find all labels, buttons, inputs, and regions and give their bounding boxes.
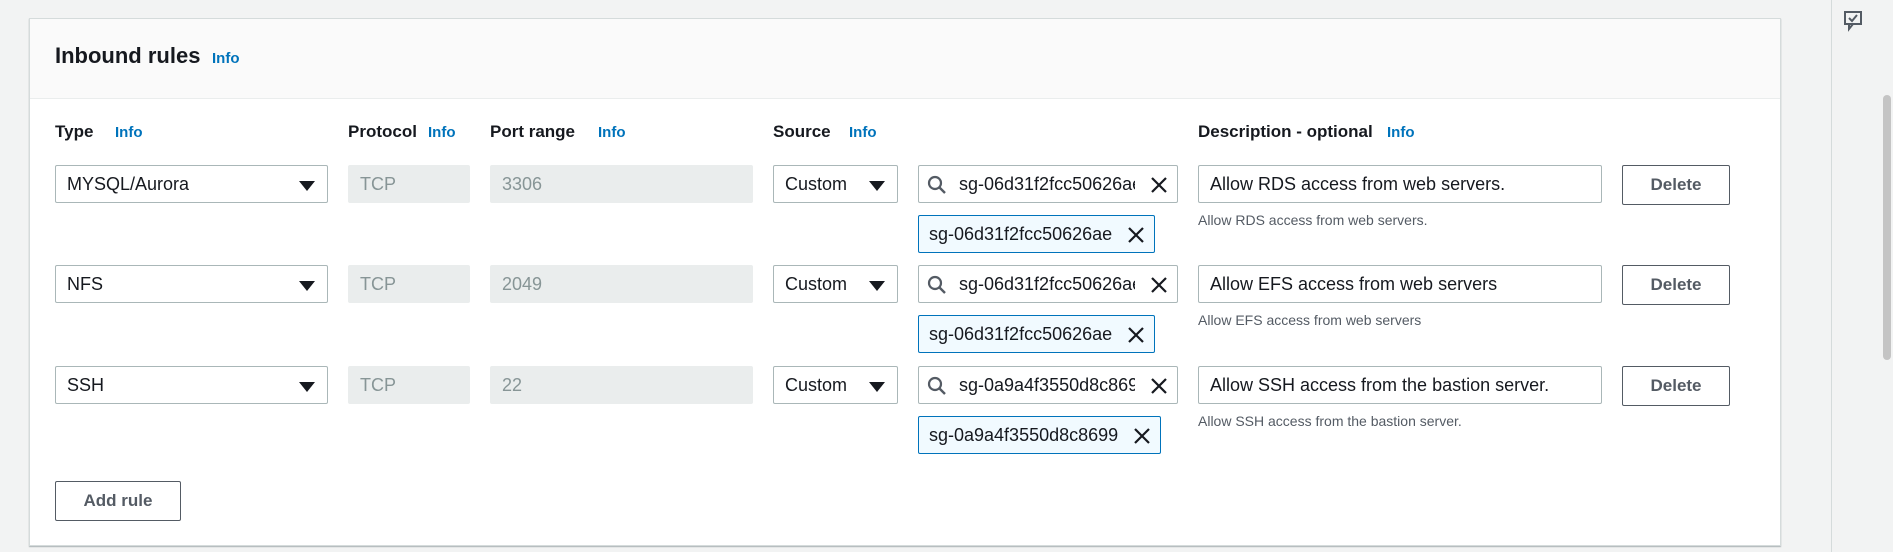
right-rail-divider: [1831, 0, 1832, 552]
source-search-input[interactable]: sg-06d31f2fcc50626ae: [918, 265, 1178, 303]
protocol-field: TCP: [348, 165, 470, 203]
search-icon: [927, 376, 946, 395]
scrollbar-thumb[interactable]: [1883, 95, 1891, 360]
close-icon[interactable]: [1126, 225, 1146, 245]
caret-down-icon: [869, 181, 885, 191]
port-range-field: 2049: [490, 265, 753, 303]
col-type: Type: [55, 122, 94, 141]
source-mode-value: Custom: [785, 375, 848, 395]
section-title: Inbound rules: [55, 43, 201, 68]
source-token-label: sg-06d31f2fcc50626ae: [929, 224, 1113, 244]
feedback-icon[interactable]: [1843, 10, 1865, 32]
close-icon[interactable]: [1149, 376, 1169, 396]
col-port-info[interactable]: Info: [598, 124, 626, 141]
close-icon[interactable]: [1149, 175, 1169, 195]
caret-down-icon: [299, 281, 315, 291]
source-token-label: sg-0a9a4f3550d8c8699: [929, 425, 1119, 445]
type-select-value: NFS: [67, 274, 103, 294]
source-mode-value: Custom: [785, 274, 848, 294]
caret-down-icon: [299, 181, 315, 191]
source-mode-select[interactable]: Custom: [773, 165, 898, 203]
delete-button[interactable]: Delete: [1622, 366, 1730, 406]
close-icon[interactable]: [1149, 275, 1169, 295]
source-token: sg-06d31f2fcc50626ae: [918, 315, 1155, 353]
col-source: Source: [773, 122, 831, 141]
source-token: sg-0a9a4f3550d8c8699: [918, 416, 1161, 454]
section-info-link[interactable]: Info: [212, 50, 240, 67]
protocol-field: TCP: [348, 366, 470, 404]
source-search-value: sg-0a9a4f3550d8c8699: [959, 375, 1135, 395]
search-icon: [927, 175, 946, 194]
source-search-value: sg-06d31f2fcc50626ae: [959, 174, 1135, 194]
type-select[interactable]: MYSQL/Aurora: [55, 165, 328, 203]
source-token-label: sg-06d31f2fcc50626ae: [929, 324, 1113, 344]
panel-header: Inbound rules Info: [30, 19, 1780, 99]
caret-down-icon: [299, 382, 315, 392]
close-icon[interactable]: [1126, 325, 1146, 345]
search-icon: [927, 275, 946, 294]
delete-button[interactable]: Delete: [1622, 165, 1730, 205]
source-search-input[interactable]: sg-06d31f2fcc50626ae: [918, 165, 1178, 203]
close-icon[interactable]: [1132, 426, 1152, 446]
col-protocol-info[interactable]: Info: [428, 124, 456, 141]
source-mode-select[interactable]: Custom: [773, 366, 898, 404]
type-select[interactable]: SSH: [55, 366, 328, 404]
description-hint: Allow RDS access from web servers.: [1198, 212, 1428, 228]
source-search-value: sg-06d31f2fcc50626ae: [959, 274, 1135, 294]
col-description: Description - optional: [1198, 122, 1373, 141]
delete-button[interactable]: Delete: [1622, 265, 1730, 305]
add-rule-button[interactable]: Add rule: [55, 481, 181, 521]
caret-down-icon: [869, 281, 885, 291]
protocol-field: TCP: [348, 265, 470, 303]
description-hint: Allow EFS access from web servers: [1198, 312, 1422, 328]
col-protocol: Protocol: [348, 122, 417, 141]
description-hint: Allow SSH access from the bastion server…: [1198, 413, 1462, 429]
source-search-input[interactable]: sg-0a9a4f3550d8c8699: [918, 366, 1178, 404]
port-range-field: 3306: [490, 165, 753, 203]
source-mode-select[interactable]: Custom: [773, 265, 898, 303]
type-select-value: MYSQL/Aurora: [67, 174, 190, 194]
description-input[interactable]: Allow SSH access from the bastion server…: [1198, 366, 1602, 404]
col-source-info[interactable]: Info: [849, 124, 877, 141]
col-port-range: Port range: [490, 122, 576, 141]
type-select[interactable]: NFS: [55, 265, 328, 303]
col-type-info[interactable]: Info: [115, 124, 143, 141]
inbound-rules-panel: Inbound rules Info Type Info Protocol In…: [29, 18, 1781, 546]
source-token: sg-06d31f2fcc50626ae: [918, 215, 1155, 253]
col-description-info[interactable]: Info: [1387, 124, 1415, 141]
description-input[interactable]: Allow RDS access from web servers.: [1198, 165, 1602, 203]
description-input[interactable]: Allow EFS access from web servers: [1198, 265, 1602, 303]
type-select-value: SSH: [67, 375, 105, 395]
port-range-field: 22: [490, 366, 753, 404]
caret-down-icon: [869, 382, 885, 392]
source-mode-value: Custom: [785, 174, 848, 194]
